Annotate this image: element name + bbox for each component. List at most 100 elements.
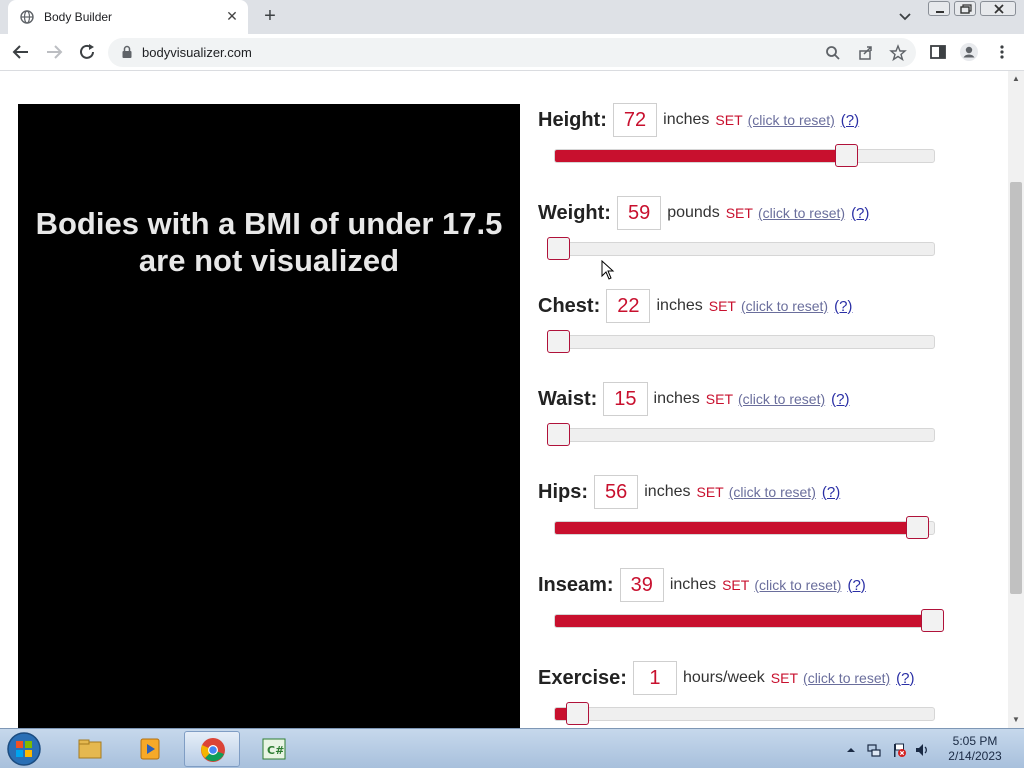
waist-row: Waist: 15 inches SET (click to reset) (?) bbox=[538, 382, 849, 416]
close-tab-icon[interactable]: ✕ bbox=[224, 8, 240, 24]
chest-row: Chest: 22 inches SET (click to reset) (?) bbox=[538, 289, 852, 323]
show-hidden-icons-chevron-icon[interactable] bbox=[843, 742, 859, 758]
tab-search-chevron-icon[interactable] bbox=[895, 8, 915, 26]
reload-icon[interactable] bbox=[77, 42, 97, 62]
share-icon[interactable] bbox=[857, 44, 875, 62]
clock-date: 2/14/2023 bbox=[948, 749, 1002, 763]
chest-help-link[interactable]: (?) bbox=[834, 298, 852, 315]
scroll-thumb[interactable] bbox=[1010, 182, 1022, 594]
height-reset-link[interactable]: (click to reset) bbox=[748, 112, 835, 128]
minimize-icon bbox=[936, 11, 944, 13]
start-orb-icon[interactable] bbox=[4, 730, 44, 768]
url-text: bodyvisualizer.com bbox=[142, 45, 252, 60]
media-player-icon bbox=[140, 738, 160, 760]
hips-reset-link[interactable]: (click to reset) bbox=[729, 484, 816, 500]
file-explorer-icon bbox=[78, 739, 102, 759]
height-value-input[interactable]: 72 bbox=[612, 103, 658, 137]
exercise-value-input[interactable]: 1 bbox=[632, 661, 677, 695]
window-restore-button[interactable] bbox=[954, 1, 976, 16]
chest-unit: inches bbox=[656, 297, 703, 314]
hips-value-input[interactable]: 56 bbox=[594, 475, 639, 509]
chest-reset-link[interactable]: (click to reset) bbox=[741, 298, 828, 314]
inseam-slider-thumb[interactable] bbox=[921, 609, 944, 632]
address-bar[interactable]: bodyvisualizer.com bbox=[108, 38, 916, 67]
waist-reset-link[interactable]: (click to reset) bbox=[738, 391, 825, 407]
height-row: Height: 72 inches SET (click to reset) (?) bbox=[538, 103, 859, 137]
chest-value-input[interactable]: 22 bbox=[606, 289, 651, 323]
inseam-help-link[interactable]: (?) bbox=[847, 577, 865, 594]
close-icon bbox=[994, 4, 1004, 14]
exercise-control: Exercise: 1 hours/week SET (click to reset) (… bbox=[538, 661, 958, 728]
forward-arrow-icon[interactable] bbox=[44, 42, 64, 62]
height-help-link[interactable]: (?) bbox=[841, 112, 859, 129]
taskbar-clock[interactable]: 5:05 PM 2/14/2023 bbox=[935, 734, 1015, 764]
exercise-slider[interactable] bbox=[554, 702, 935, 725]
browser-tab[interactable]: Body Builder ✕ bbox=[8, 0, 248, 34]
back-arrow-icon[interactable] bbox=[11, 42, 31, 62]
page-viewport: Bodies with a BMI of under 17.5 are not … bbox=[0, 71, 1024, 728]
exercise-slider-thumb[interactable] bbox=[565, 702, 589, 725]
taskbar-media-player[interactable] bbox=[122, 731, 178, 767]
height-slider[interactable] bbox=[554, 144, 935, 167]
kebab-menu-icon[interactable] bbox=[992, 42, 1012, 62]
exercise-unit: hours/week bbox=[682, 669, 765, 686]
taskbar-chrome[interactable] bbox=[184, 731, 240, 767]
new-tab-button[interactable]: + bbox=[260, 6, 280, 26]
clock-time: 5:05 PM bbox=[952, 734, 998, 748]
chest-slider-thumb[interactable] bbox=[547, 330, 570, 353]
action-center-flag-icon[interactable] bbox=[891, 742, 907, 758]
chest-slider[interactable] bbox=[547, 330, 935, 353]
chrome-icon bbox=[201, 738, 225, 762]
scroll-down-arrow-icon[interactable]: ▼ bbox=[1008, 712, 1024, 728]
hips-set-indicator: SET bbox=[696, 484, 724, 500]
weight-help-link[interactable]: (?) bbox=[851, 205, 869, 222]
inseam-reset-link[interactable]: (click to reset) bbox=[754, 577, 841, 593]
search-icon[interactable] bbox=[824, 44, 842, 62]
bookmark-star-icon[interactable] bbox=[889, 44, 907, 62]
window-close-button[interactable] bbox=[980, 1, 1016, 16]
taskbar-file-explorer[interactable] bbox=[62, 731, 118, 767]
weight-slider[interactable] bbox=[547, 237, 935, 260]
hips-slider-fill bbox=[555, 522, 918, 534]
waist-slider[interactable] bbox=[547, 423, 935, 446]
profile-avatar-icon[interactable] bbox=[959, 42, 979, 62]
taskbar-csharp-app[interactable]: C# bbox=[246, 731, 302, 767]
height-label: Height: bbox=[538, 108, 607, 131]
exercise-set-indicator: SET bbox=[770, 670, 799, 686]
weight-reset-link[interactable]: (click to reset) bbox=[758, 205, 845, 221]
waist-value-input[interactable]: 15 bbox=[603, 382, 648, 416]
scroll-up-arrow-icon[interactable]: ▲ bbox=[1008, 71, 1024, 87]
waist-label: Waist: bbox=[538, 387, 598, 410]
inseam-value-input[interactable]: 39 bbox=[619, 568, 664, 602]
side-panel-icon[interactable] bbox=[928, 42, 948, 62]
window-minimize-button[interactable] bbox=[928, 1, 950, 16]
network-icon[interactable] bbox=[866, 742, 882, 758]
inseam-slider[interactable] bbox=[554, 609, 944, 632]
inseam-label: Inseam: bbox=[538, 573, 614, 596]
weight-slider-thumb[interactable] bbox=[547, 237, 570, 260]
hips-slider-thumb[interactable] bbox=[906, 516, 930, 539]
waist-help-link[interactable]: (?) bbox=[831, 391, 849, 408]
waist-slider-thumb[interactable] bbox=[547, 423, 570, 446]
height-slider-thumb[interactable] bbox=[834, 144, 858, 167]
weight-value-input[interactable]: 59 bbox=[616, 196, 662, 230]
exercise-reset-link[interactable]: (click to reset) bbox=[803, 670, 890, 686]
body-visualization-panel[interactable]: Bodies with a BMI of under 17.5 are not … bbox=[18, 104, 520, 728]
svg-text:C#: C# bbox=[267, 744, 284, 757]
bmi-warning-message: Bodies with a BMI of under 17.5 are not … bbox=[35, 206, 503, 278]
browser-toolbar: bodyvisualizer.com bbox=[0, 34, 1024, 71]
hips-slider[interactable] bbox=[554, 516, 935, 539]
exercise-help-link[interactable]: (?) bbox=[896, 670, 914, 687]
height-slider-fill bbox=[555, 150, 847, 162]
weight-unit: pounds bbox=[667, 204, 720, 221]
inseam-slider-fill bbox=[555, 615, 933, 627]
tab-title: Body Builder bbox=[44, 10, 113, 24]
hips-control: Hips: 56 inches SET (click to reset) (?) bbox=[538, 475, 958, 568]
volume-speaker-icon[interactable] bbox=[914, 742, 930, 758]
lock-icon[interactable] bbox=[120, 45, 134, 59]
page-scrollbar[interactable]: ▲ ▼ bbox=[1008, 71, 1024, 728]
waist-set-indicator: SET bbox=[705, 391, 733, 407]
height-control: Height: 72 inches SET (click to reset) (?) bbox=[538, 103, 958, 196]
hips-help-link[interactable]: (?) bbox=[822, 484, 840, 501]
weight-label: Weight: bbox=[538, 201, 611, 224]
